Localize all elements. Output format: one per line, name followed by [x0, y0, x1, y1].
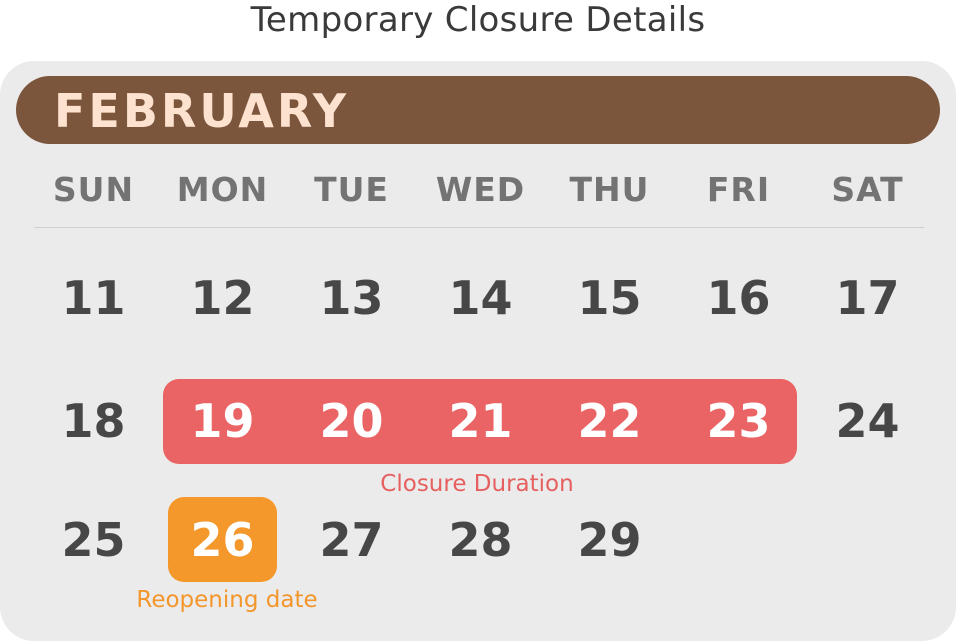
weekday-wed: WED [435, 170, 526, 209]
closure-day-cell: 20 [319, 394, 384, 448]
day-cell: 12 [190, 271, 255, 325]
closure-day-cell: 22 [577, 394, 642, 448]
weekday-thu: THU [569, 170, 650, 209]
reopening-day-cell: 26 [190, 513, 255, 567]
page-title: Temporary Closure Details [250, 0, 706, 40]
weekday-mon: MON [176, 170, 269, 209]
weekday-fri: FRI [706, 170, 771, 209]
day-cell: 13 [319, 271, 384, 325]
weekday-sat: SAT [831, 170, 904, 209]
day-cell: 14 [448, 271, 513, 325]
day-cell: 18 [61, 394, 126, 448]
day-cell: 28 [448, 513, 513, 567]
day-cell: 11 [61, 271, 126, 325]
closure-day-cell: 19 [190, 394, 255, 448]
day-cell: 15 [577, 271, 642, 325]
day-cell: 24 [835, 394, 900, 448]
weekday-sun: SUN [52, 170, 135, 209]
day-cell: 25 [61, 513, 126, 567]
closure-day-cell: 23 [706, 394, 771, 448]
closure-day-cell: 21 [448, 394, 513, 448]
day-cell: 27 [319, 513, 384, 567]
month-label: FEBRUARY [54, 84, 350, 138]
weekday-tue: TUE [314, 170, 389, 209]
day-cell: 17 [835, 271, 900, 325]
closure-duration-label: Closure Duration [380, 471, 574, 497]
day-cell: 16 [706, 271, 771, 325]
header-divider [34, 227, 924, 228]
day-cell: 29 [577, 513, 642, 567]
reopening-date-label: Reopening date [136, 587, 318, 613]
